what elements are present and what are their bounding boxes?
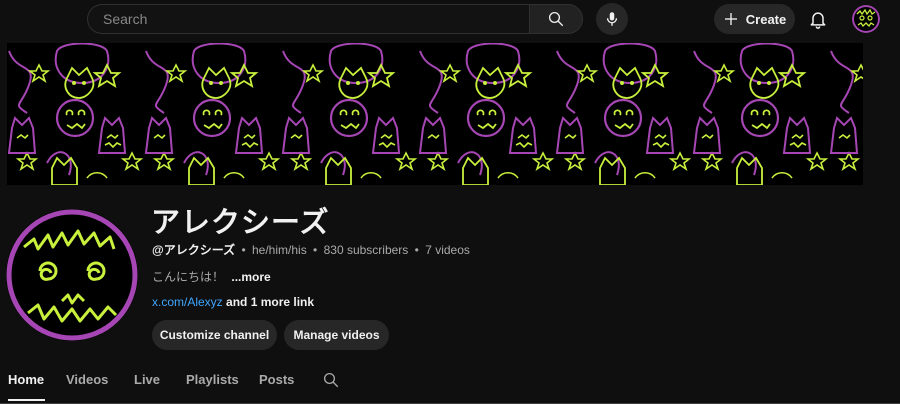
tab-search-icon (323, 372, 339, 388)
channel-meta: @アレクシーズ • he/him/his • 830 subscribers •… (152, 241, 470, 258)
subscriber-count: 830 subscribers (323, 243, 409, 257)
meta-separator: • (241, 243, 246, 257)
channel-banner (7, 43, 863, 185)
channel-name: アレクシーズ (151, 205, 330, 239)
search-icon (548, 11, 564, 27)
bell-icon (810, 12, 826, 29)
top-bar: Create (0, 0, 900, 40)
voice-search-button[interactable] (596, 3, 628, 35)
tab-search-button[interactable] (322, 371, 340, 394)
search-box[interactable] (87, 4, 529, 34)
create-label: Create (745, 11, 787, 27)
manage-videos-button[interactable]: Manage videos (284, 320, 389, 350)
external-link[interactable]: x.com/Alexyz (152, 295, 223, 309)
video-count: 7 videos (425, 243, 470, 257)
search-input[interactable] (101, 10, 529, 28)
tab-videos[interactable]: Videos (66, 372, 108, 387)
channel-description[interactable]: こんにちは！ ...more (152, 268, 271, 285)
meta-separator: • (414, 243, 419, 257)
more-link[interactable]: ...more (231, 270, 270, 284)
notifications-button[interactable] (806, 7, 830, 31)
tab-playlists[interactable]: Playlists (186, 372, 239, 387)
channel-tabs: Home Videos Live Playlists Posts (0, 362, 900, 404)
channel-avatar[interactable] (6, 209, 138, 341)
channel-pronouns: he/him/his (252, 243, 307, 257)
meta-separator: • (313, 243, 318, 257)
create-button[interactable]: Create (714, 4, 795, 34)
more-links[interactable]: and 1 more link (226, 295, 314, 309)
tab-posts[interactable]: Posts (259, 372, 294, 387)
description-text: こんにちは！ (152, 270, 225, 284)
channel-links: x.com/Alexyz and 1 more link (152, 295, 314, 309)
channel-handle: @アレクシーズ (152, 243, 236, 257)
tab-live[interactable]: Live (134, 372, 160, 387)
search-button[interactable] (529, 4, 583, 34)
plus-icon (724, 13, 737, 25)
customize-channel-button[interactable]: Customize channel (152, 320, 277, 350)
active-tab-indicator (8, 399, 45, 401)
tab-home[interactable]: Home (8, 372, 44, 387)
account-avatar[interactable] (852, 5, 880, 33)
mic-icon (606, 12, 618, 26)
